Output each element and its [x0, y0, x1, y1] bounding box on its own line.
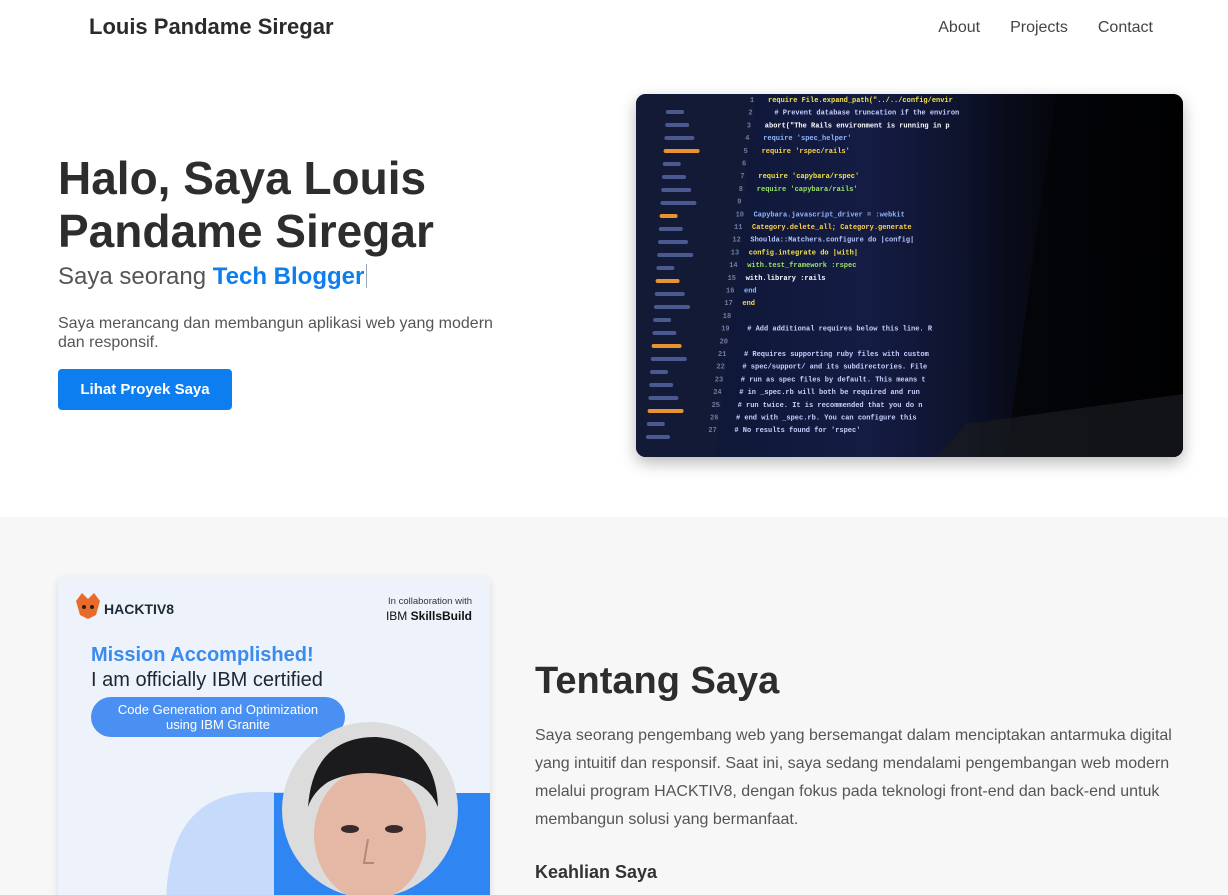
hero-code-image: 1require File.expand_path("../../config/… — [636, 94, 1183, 457]
cert-subline: I am officially IBM certified — [91, 669, 323, 691]
nav-link-about[interactable]: About — [938, 19, 980, 37]
cert-brand: HACKTIV8 — [104, 601, 174, 617]
cert-course-line1: Code Generation and Optimization — [118, 702, 318, 717]
certificate-graphic: HACKTIV8 In collaboration with IBM Skill… — [58, 577, 490, 895]
nav-links: About Projects Contact — [938, 19, 1153, 37]
certificate-image: HACKTIV8 In collaboration with IBM Skill… — [58, 577, 490, 895]
svg-text:IBM SkillsBuild: IBM SkillsBuild — [386, 609, 472, 623]
hero-subtitle: Saya seorang Tech Blogger — [58, 263, 368, 291]
hero-subtitle-prefix: Saya seorang — [58, 263, 207, 290]
typed-role: Tech Blogger — [212, 263, 365, 290]
cert-course-line2: using IBM Granite — [166, 717, 270, 732]
skills-title: Keahlian Saya — [535, 862, 658, 882]
hero-description: Saya merancang dan membangun aplikasi we… — [58, 315, 493, 351]
cert-collab-skills: SkillsBuild — [411, 609, 472, 623]
cert-headline: Mission Accomplished! — [91, 644, 314, 666]
typing-caret — [366, 264, 368, 288]
cert-collab-ibm: IBM — [386, 609, 407, 623]
about-title: Tentang Saya — [535, 660, 780, 702]
top-nav: Louis Pandame Siregar About Projects Con… — [0, 0, 1228, 56]
site-brand[interactable]: Louis Pandame Siregar — [89, 14, 334, 40]
about-description: Saya seorang pengembang web yang bersema… — [535, 727, 1172, 828]
about-section: HACKTIV8 In collaboration with IBM Skill… — [0, 517, 1228, 895]
nav-link-projects[interactable]: Projects — [1010, 19, 1068, 37]
cert-collab-label: In collaboration with — [388, 596, 472, 607]
hero-title: Halo, Saya Louis Pandame Siregar — [58, 152, 434, 257]
view-projects-button[interactable]: Lihat Proyek Saya — [58, 369, 232, 410]
laptop-code-screen: 1require File.expand_path("../../config/… — [636, 94, 1183, 457]
nav-link-contact[interactable]: Contact — [1098, 19, 1153, 37]
